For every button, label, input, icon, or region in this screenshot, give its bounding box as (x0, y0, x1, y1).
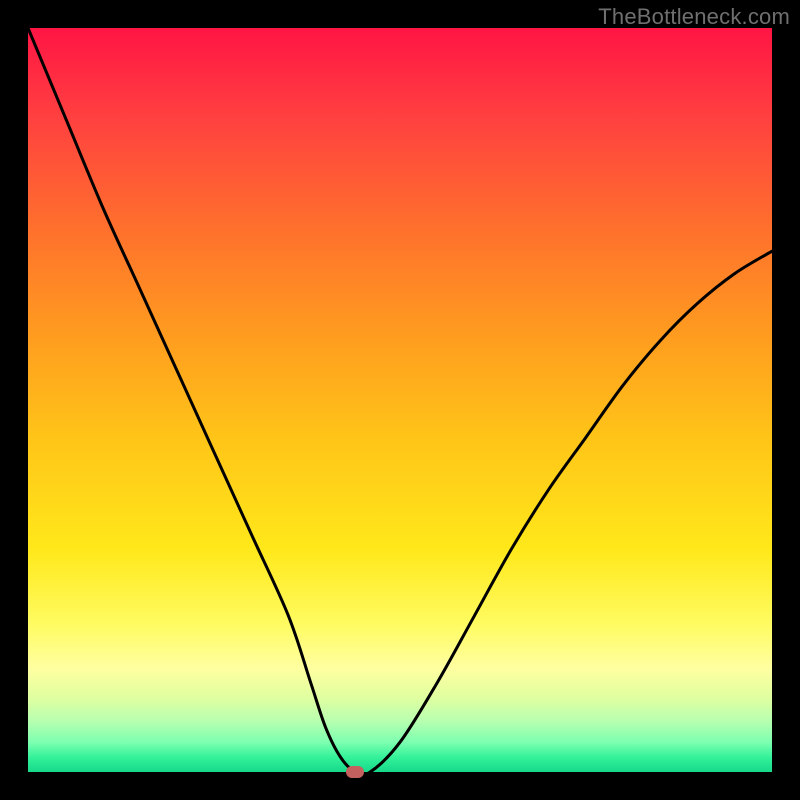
bottleneck-curve-path (28, 28, 772, 775)
optimal-point-marker (346, 766, 364, 778)
watermark-text: TheBottleneck.com (598, 4, 790, 30)
curve-svg (28, 28, 772, 772)
chart-frame: TheBottleneck.com (0, 0, 800, 800)
plot-area (28, 28, 772, 772)
